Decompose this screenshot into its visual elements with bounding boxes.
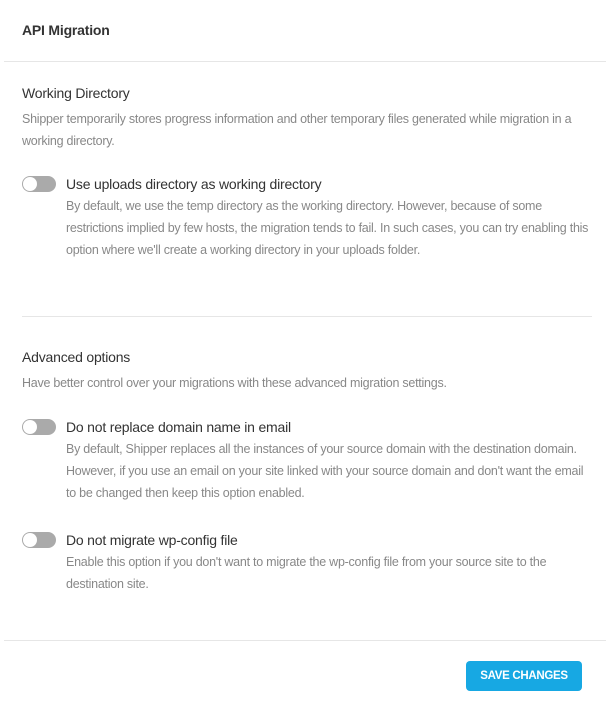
do-not-migrate-wp-config-toggle[interactable] bbox=[22, 532, 56, 548]
page-title: API Migration bbox=[22, 22, 110, 38]
toggle-knob bbox=[23, 177, 37, 191]
option-label[interactable]: Use uploads directory as working directo… bbox=[66, 174, 592, 194]
toggle-knob bbox=[23, 533, 37, 547]
working-directory-description: Shipper temporarily stores progress info… bbox=[22, 112, 572, 148]
api-migration-settings-box: API Migration Working Directory Shipper … bbox=[0, 0, 610, 711]
option-label[interactable]: Do not replace domain name in email bbox=[66, 417, 592, 437]
section-divider bbox=[22, 316, 592, 317]
option-use-uploads-directory: Use uploads directory as working directo… bbox=[22, 174, 592, 261]
option-description: By default, we use the temp directory as… bbox=[66, 199, 589, 257]
working-directory-section: Working Directory Shipper temporarily st… bbox=[22, 83, 592, 152]
do-not-replace-domain-toggle[interactable] bbox=[22, 419, 56, 435]
footer-divider bbox=[4, 640, 606, 641]
option-label[interactable]: Do not migrate wp-config file bbox=[66, 530, 592, 550]
option-do-not-migrate-wp-config: Do not migrate wp-config file Enable thi… bbox=[22, 530, 592, 595]
advanced-options-title: Advanced options bbox=[22, 349, 131, 365]
box-header: API Migration bbox=[4, 0, 606, 62]
advanced-options-section: Advanced options Have better control ove… bbox=[22, 347, 592, 394]
option-do-not-replace-domain: Do not replace domain name in email By d… bbox=[22, 417, 592, 504]
advanced-options-description: Have better control over your migrations… bbox=[22, 376, 447, 390]
save-changes-button[interactable]: SAVE CHANGES bbox=[466, 661, 582, 691]
use-uploads-directory-toggle[interactable] bbox=[22, 176, 56, 192]
option-description: Enable this option if you don't want to … bbox=[66, 555, 547, 591]
working-directory-title: Working Directory bbox=[22, 85, 130, 101]
toggle-knob bbox=[23, 420, 37, 434]
option-description: By default, Shipper replaces all the ins… bbox=[66, 442, 584, 500]
